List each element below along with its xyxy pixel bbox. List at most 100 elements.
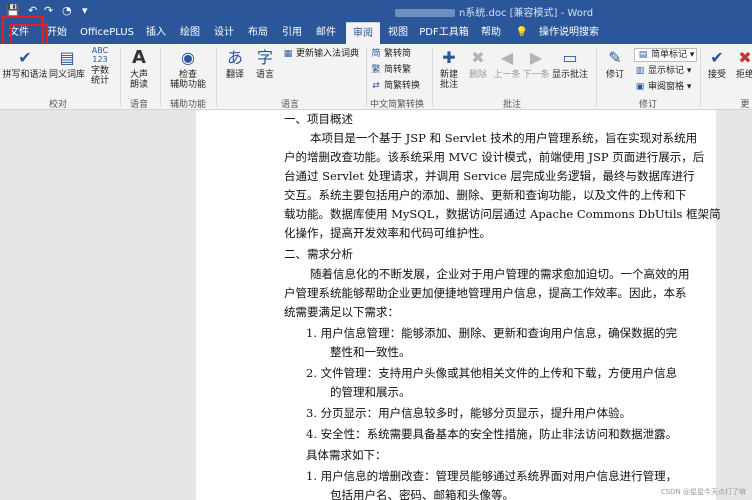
- group-label-tracking: 修订: [638, 100, 657, 110]
- track-changes-button[interactable]: ✎ 修订: [600, 48, 630, 80]
- paragraph-line: 台通过 Servlet 处理请求，并调用 Service 层完成业务逻辑，最终与…: [284, 169, 695, 183]
- chinese-conversion-button[interactable]: ⇄ 简繁转换: [370, 80, 420, 92]
- update-ime-dictionary-button[interactable]: ▦ 更新输入法词典: [282, 48, 359, 60]
- review-pane-button[interactable]: ▣ 审阅窗格 ▾: [634, 81, 692, 93]
- spelling-grammar-button[interactable]: ✔ 拼写和语法: [2, 48, 48, 80]
- reject-change-button[interactable]: ✖ 拒绝: [732, 48, 752, 80]
- accept-change-button[interactable]: ✔ 接受: [704, 48, 730, 80]
- delete-comment-icon: ✖: [471, 48, 485, 67]
- new-comment-button[interactable]: ✚ 新建 批注: [434, 48, 464, 90]
- tab-layout[interactable]: 布局: [242, 22, 274, 44]
- tab-references[interactable]: 引用: [276, 22, 308, 44]
- group-label-comments: 批注: [502, 100, 521, 110]
- paragraph-line: 具体需求如下：: [306, 448, 387, 462]
- accept-icon: ✔: [710, 48, 724, 67]
- new-comment-icon: ✚: [442, 48, 456, 67]
- paragraph-line: 随着信息化的不断发展，企业对于用户管理的需求愈加迫切。一个高效的用: [310, 267, 690, 281]
- conversion-icon: ⇄: [372, 81, 380, 91]
- divider: [596, 48, 597, 106]
- tab-mailings[interactable]: 邮件: [310, 22, 342, 44]
- paragraph-line: 本项目是一个基于 JSP 和 Servlet 技术的用户管理系统，旨在实现对系统…: [310, 131, 698, 145]
- paragraph-line: 户的增删改查功能。该系统采用 MVC 设计模式，前端使用 JSP 页面进行展示，…: [284, 150, 705, 164]
- markup-mode-select[interactable]: ▤ 简单标记 ▾: [634, 48, 698, 62]
- markup-icon: ▤: [638, 50, 648, 60]
- tab-review[interactable]: 审阅: [346, 22, 380, 44]
- divider: [366, 48, 367, 106]
- next-comment-button[interactable]: ▶ 下一条: [522, 48, 550, 80]
- tab-view[interactable]: 视图: [382, 22, 414, 44]
- show-markup-button[interactable]: ▥ 显示标记 ▾: [634, 65, 692, 77]
- translate-icon: あ: [226, 48, 243, 67]
- reject-icon: ✖: [738, 48, 752, 67]
- list-item: 2. 文件管理：支持用户头像或其他相关文件的上传和下载，方便用户信息: [306, 366, 678, 380]
- group-label-chinese: 中文简繁转换: [369, 100, 424, 110]
- delete-comment-button[interactable]: ✖ 删除: [464, 48, 492, 80]
- list-item: 4. 安全性：系统需要具备基本的安全性措施，防止非法访问和数据泄露。: [306, 427, 678, 441]
- list-item: 3. 分页显示：用户信息较多时，能够分页显示，提升用户体验。: [306, 406, 632, 420]
- simp-to-trad-button[interactable]: 繁简转繁: [370, 64, 411, 76]
- read-aloud-icon: A: [132, 47, 146, 68]
- thesaurus-button[interactable]: ▤ 同义词库: [48, 48, 86, 80]
- list-item-continuation: 的管理和展示。: [330, 385, 411, 399]
- accessibility-icon: ◉: [181, 48, 195, 67]
- divider: [216, 48, 217, 106]
- language-button[interactable]: 字 语言: [250, 48, 280, 80]
- paragraph-line: 化操作，提高开发效率和代码可维护性。: [284, 226, 491, 240]
- paragraph-line: 统需要满足以下需求：: [284, 305, 399, 319]
- trad-to-simp-button[interactable]: 简繁转简: [370, 48, 411, 60]
- tell-me-search[interactable]: 操作说明搜索: [534, 22, 604, 44]
- tab-draw[interactable]: 绘图: [174, 22, 206, 44]
- tab-help[interactable]: 帮助: [474, 22, 508, 44]
- divider: [120, 48, 121, 106]
- heading-requirements: 二、需求分析: [284, 247, 353, 261]
- word-count-button[interactable]: ABC 123 字数 统计: [86, 46, 114, 86]
- divider: [432, 48, 433, 106]
- ribbon-tabs: 文件 开始 OfficePLUS 插入 绘图 设计 布局 引用 邮件 审阅 视图…: [0, 22, 752, 44]
- divider: [160, 48, 161, 106]
- show-markup-icon: ▥: [635, 66, 645, 76]
- spellcheck-icon: ✔: [18, 48, 32, 67]
- tab-officeplus[interactable]: OfficePLUS: [76, 22, 138, 44]
- document-title: n系统.doc [兼容模式] - Word: [395, 4, 615, 19]
- show-comments-button[interactable]: ▭ 显示批注: [550, 48, 590, 80]
- group-label-proofing: 校对: [48, 100, 67, 110]
- dictionary-icon: ▦: [283, 49, 293, 59]
- divider: [700, 48, 701, 106]
- check-accessibility-button[interactable]: ◉ 检查 辅助功能: [164, 48, 212, 90]
- tab-insert[interactable]: 插入: [140, 22, 172, 44]
- read-aloud-button[interactable]: A 大声 朗读: [124, 47, 154, 91]
- track-changes-icon: ✎: [608, 48, 622, 67]
- document-area: 一、项目概述 本项目是一个基于 JSP 和 Servlet 技术的用户管理系统，…: [0, 110, 752, 500]
- autosave-icon[interactable]: ◔: [62, 3, 72, 19]
- review-pane-icon: ▣: [635, 82, 645, 92]
- translate-button[interactable]: あ 翻译: [220, 48, 250, 80]
- language-icon: 字: [256, 48, 273, 67]
- document-page[interactable]: 一、项目概述 本项目是一个基于 JSP 和 Servlet 技术的用户管理系统，…: [196, 110, 721, 500]
- traditional-icon: 繁: [371, 65, 381, 75]
- book-icon: ▤: [59, 48, 75, 67]
- paragraph-line: 交互。系统主要包括用户的添加、删除、更新和查询功能，以及文件的上传和下: [284, 188, 687, 202]
- paragraph-line: 载功能。数据库使用 MySQL，数据访问层通过 Apache Commons D…: [284, 207, 721, 221]
- paragraph-line: 户管理系统能够帮助企业更加便捷地管理用户信息，提高工作效率。因此，本系: [284, 286, 687, 300]
- list-item: 1. 用户信息的增删改查：管理员能够通过系统界面对用户信息进行管理，: [306, 469, 678, 483]
- previous-comment-icon: ◀: [500, 48, 514, 67]
- show-comments-icon: ▭: [562, 48, 578, 67]
- group-label-language: 语言: [280, 100, 299, 110]
- tab-design[interactable]: 设计: [208, 22, 240, 44]
- watermark: CSDN @星星今天点打了嘛: [660, 488, 746, 496]
- group-label-accessibility: 辅助功能: [169, 100, 206, 110]
- title-bar: 💾 ↶ ↷ ◔ ▾ n系统.doc [兼容模式] - Word: [0, 0, 752, 22]
- group-label-speech: 语音: [129, 100, 148, 110]
- lightbulb-icon: 💡: [515, 27, 529, 38]
- tab-pdf-toolbox[interactable]: PDF工具箱: [416, 22, 472, 44]
- customize-qa-icon[interactable]: ▾: [82, 3, 88, 19]
- simplified-icon: 简: [371, 49, 381, 59]
- ribbon-review: ✔ 拼写和语法 ▤ 同义词库 ABC 123 字数 统计 校对 A 大声 朗读 …: [0, 44, 752, 110]
- heading-overview: 一、项目概述: [284, 112, 353, 126]
- list-item-continuation: 整性和一致性。: [330, 345, 411, 359]
- next-comment-icon: ▶: [529, 48, 543, 67]
- redo-icon[interactable]: ↷: [44, 3, 53, 19]
- list-item: 1. 用户信息管理：能够添加、删除、更新和查询用户信息，确保数据的完: [306, 326, 678, 340]
- list-item-continuation: 包括用户名、密码、邮箱和头像等。: [330, 488, 514, 500]
- previous-comment-button[interactable]: ◀ 上一条: [492, 48, 522, 80]
